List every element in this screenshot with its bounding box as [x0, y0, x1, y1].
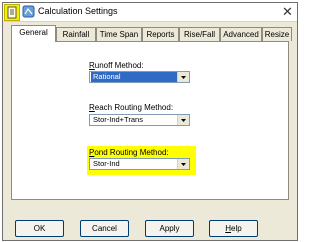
tab-general[interactable]: General	[11, 25, 56, 42]
runoff-method-value: Rational	[91, 72, 177, 82]
ok-button[interactable]: OK	[15, 220, 64, 237]
tab-resize[interactable]: Resize	[262, 27, 292, 41]
dialog-title: Calculation Settings	[38, 6, 118, 16]
pond-routing-select[interactable]: Stor-Ind	[89, 158, 190, 170]
calculation-settings-dialog: Calculation Settings ✕ General Rainfall …	[2, 2, 298, 241]
reach-routing-select[interactable]: Stor-Ind+Trans	[89, 114, 190, 126]
apply-button[interactable]: Apply	[145, 220, 194, 237]
chevron-down-icon[interactable]	[177, 72, 189, 82]
pond-routing-label: Pond Routing Method:	[89, 148, 169, 157]
runoff-method-select[interactable]: Rational	[89, 71, 190, 83]
runoff-method-label: Runoff Method:	[89, 61, 144, 70]
pond-routing-value: Stor-Ind	[93, 159, 120, 168]
document-icon[interactable]	[4, 4, 20, 21]
chevron-down-icon[interactable]	[177, 159, 189, 169]
tab-time-span[interactable]: Time Span	[96, 27, 142, 41]
reach-routing-value: Stor-Ind+Trans	[93, 115, 143, 124]
tab-reports[interactable]: Reports	[142, 27, 179, 41]
reach-routing-label: Reach Routing Method:	[89, 103, 174, 112]
cancel-button[interactable]: Cancel	[80, 220, 129, 237]
help-button[interactable]: Help	[209, 220, 258, 237]
calculator-icon	[22, 5, 35, 18]
tab-rise-fall[interactable]: Rise/Fall	[179, 27, 220, 41]
title-bar: Calculation Settings ✕	[3, 3, 297, 22]
tab-rainfall[interactable]: Rainfall	[56, 27, 96, 41]
tab-advanced[interactable]: Advanced	[220, 27, 262, 41]
chevron-down-icon[interactable]	[177, 115, 189, 125]
close-icon[interactable]: ✕	[279, 4, 296, 19]
